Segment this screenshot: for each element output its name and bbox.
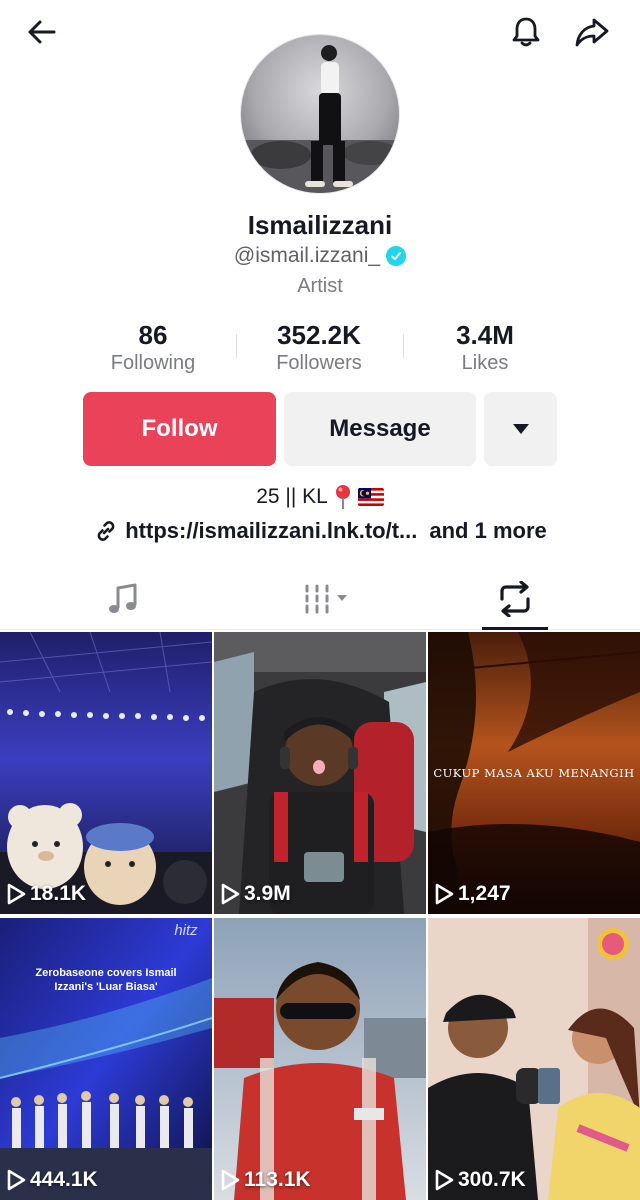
message-button[interactable]: Message — [284, 392, 476, 466]
repost-icon — [500, 581, 530, 617]
bell-icon — [512, 17, 540, 47]
stat-value: 3.4M — [456, 320, 514, 350]
view-count: 1,247 — [434, 882, 511, 906]
video-thumbnail[interactable]: hitz Zerobaseone covers Ismail Izzani's … — [0, 918, 212, 1200]
bio-text: 25 || KL — [256, 485, 328, 508]
view-count-text: 113.1K — [244, 1168, 311, 1191]
play-icon — [435, 1169, 454, 1191]
link-chain-icon — [97, 521, 115, 541]
display-name: Ismailizzani — [247, 210, 393, 240]
play-icon — [7, 1169, 26, 1191]
view-count: 300.7K — [434, 1168, 526, 1192]
video-overlay-caption: Zerobaseone covers Ismail Izzani's 'Luar… — [35, 967, 177, 993]
music-note-icon — [109, 583, 137, 613]
play-icon — [221, 883, 240, 905]
bio-link[interactable]: https://ismailizzani.lnk.to/t... and 1 m… — [0, 518, 640, 544]
video-thumbnail[interactable]: 18.1K — [0, 632, 212, 914]
avatar-photo — [241, 35, 399, 193]
profile-category: Artist — [297, 275, 343, 297]
share-arrow-icon — [575, 18, 609, 47]
view-count-text: 3.9M — [244, 882, 291, 905]
profile-stats: 86 Following 352.2K Followers 3.4M Likes — [70, 320, 570, 380]
video-thumbnail[interactable]: 3.9M — [214, 632, 426, 914]
view-count-text: 444.1K — [30, 1168, 98, 1191]
stat-label: Following — [110, 352, 196, 374]
back-button[interactable] — [22, 12, 62, 52]
play-icon — [7, 883, 26, 905]
channel-watermark: hitz — [174, 922, 198, 939]
malaysia-flag-icon — [357, 488, 384, 506]
tab-playlists[interactable] — [266, 568, 386, 630]
play-icon — [435, 883, 454, 905]
view-count: 18.1K — [6, 882, 86, 906]
handle-row: @ismail.izzani_ — [0, 244, 640, 268]
video-thumbnail-image — [0, 632, 212, 914]
stat-likes[interactable]: 3.4M Likes — [402, 320, 568, 380]
more-options-button[interactable] — [484, 392, 557, 466]
video-thumbnail[interactable]: 113.1K — [214, 918, 426, 1200]
stat-label: Followers — [276, 352, 362, 374]
active-tab-indicator — [482, 627, 548, 630]
stat-divider — [236, 334, 237, 358]
video-thumbnail-image — [214, 632, 426, 914]
caret-down-icon — [512, 424, 529, 434]
tab-music[interactable] — [63, 568, 183, 630]
view-count-text: 1,247 — [458, 882, 511, 905]
profile-actions: Follow Message — [0, 392, 640, 466]
view-count-text: 300.7K — [458, 1168, 526, 1191]
play-icon — [221, 1169, 240, 1191]
back-arrow-icon — [28, 20, 56, 44]
follow-button[interactable]: Follow — [83, 392, 276, 466]
share-button[interactable] — [572, 12, 612, 52]
bio: 25 || KL — [0, 484, 640, 510]
playlist-grid-icon — [305, 584, 347, 614]
username-handle: @ismail.izzani_ — [233, 244, 381, 267]
avatar[interactable] — [240, 34, 400, 194]
video-thumbnail-image — [428, 918, 640, 1200]
video-overlay-caption: CUKUP MASA AKU MENANGIH — [433, 766, 635, 780]
content-tabs — [0, 568, 640, 630]
tab-reposts[interactable] — [455, 568, 575, 630]
video-thumbnail-image — [0, 918, 212, 1200]
bio-link-more[interactable]: and 1 more — [429, 518, 546, 544]
bio-link-url[interactable]: https://ismailizzani.lnk.to/t... — [125, 518, 417, 544]
view-count: 113.1K — [220, 1168, 311, 1192]
notifications-button[interactable] — [506, 12, 546, 52]
round-pushpin-icon — [335, 485, 350, 509]
view-count: 444.1K — [6, 1168, 98, 1192]
stat-following[interactable]: 86 Following — [70, 320, 236, 380]
video-grid: 18.1K 3.9M CUKUP MASA AKU MENANGIH 1,247… — [0, 632, 640, 1200]
video-thumbnail[interactable]: 300.7K — [428, 918, 640, 1200]
view-count: 3.9M — [220, 882, 291, 906]
stat-value: 86 — [138, 320, 168, 350]
stat-divider — [403, 334, 404, 358]
stat-label: Likes — [461, 352, 509, 374]
video-thumbnail-image — [214, 918, 426, 1200]
verified-badge-icon — [386, 246, 407, 266]
video-thumbnail[interactable]: CUKUP MASA AKU MENANGIH 1,247 — [428, 632, 640, 914]
stat-value: 352.2K — [277, 320, 361, 350]
view-count-text: 18.1K — [30, 882, 87, 905]
stat-followers[interactable]: 352.2K Followers — [236, 320, 402, 380]
